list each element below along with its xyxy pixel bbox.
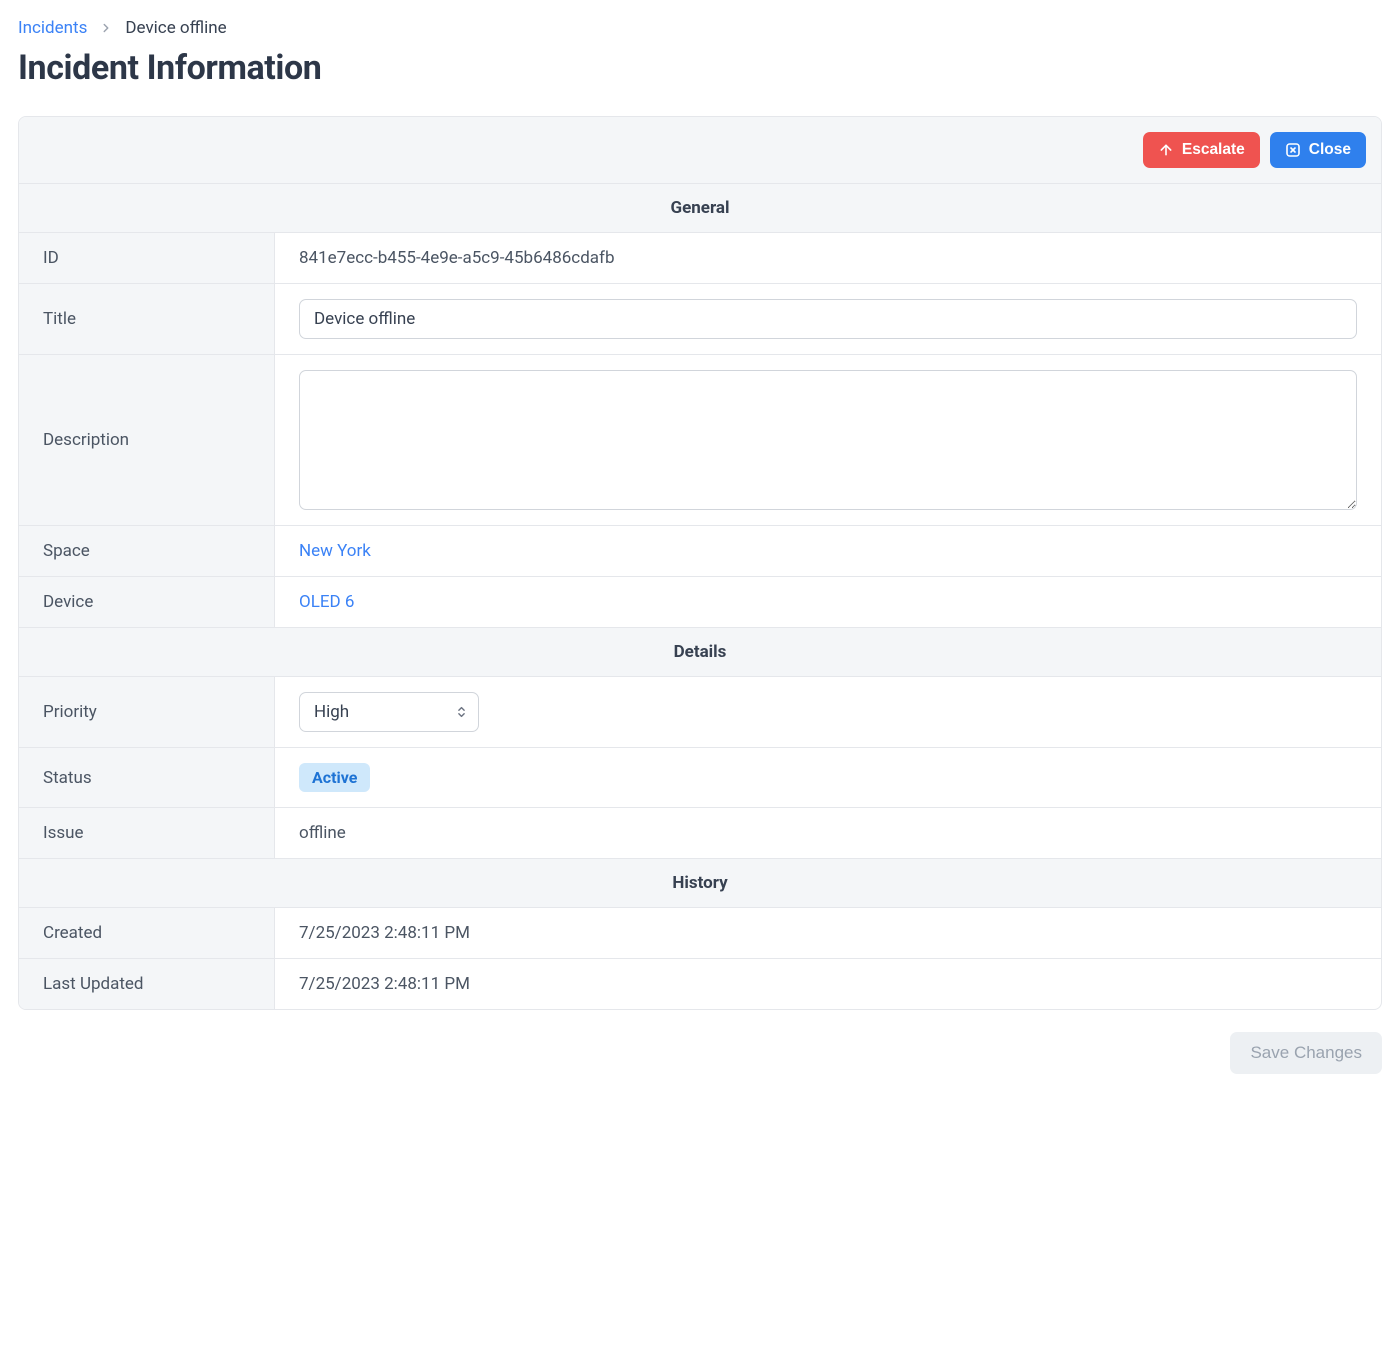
row-id: ID 841e7ecc-b455-4e9e-a5c9-45b6486cdafb <box>19 233 1381 284</box>
label-id: ID <box>19 233 275 283</box>
row-issue: Issue offline <box>19 808 1381 858</box>
row-created: Created 7/25/2023 2:48:11 PM <box>19 908 1381 959</box>
label-description: Description <box>19 355 275 525</box>
section-header-history: History <box>19 858 1381 908</box>
label-updated: Last Updated <box>19 959 275 1009</box>
section-header-general: General <box>19 184 1381 233</box>
row-updated: Last Updated 7/25/2023 2:48:11 PM <box>19 959 1381 1009</box>
escalate-button-label: Escalate <box>1182 141 1245 159</box>
row-space: Space New York <box>19 526 1381 577</box>
breadcrumb-root-link[interactable]: Incidents <box>18 18 87 38</box>
priority-select[interactable]: High <box>299 692 479 732</box>
label-issue: Issue <box>19 808 275 858</box>
row-status: Status Active <box>19 748 1381 808</box>
close-button[interactable]: Close <box>1270 132 1366 168</box>
status-badge: Active <box>299 763 370 792</box>
arrow-up-icon <box>1158 142 1174 158</box>
section-header-details: Details <box>19 627 1381 677</box>
incident-card: Escalate Close General ID 841e7ecc-b455-… <box>18 116 1382 1010</box>
card-toolbar: Escalate Close <box>19 117 1381 184</box>
row-priority: Priority High <box>19 677 1381 748</box>
value-issue: offline <box>275 808 1381 858</box>
breadcrumb: Incidents Device offline <box>18 18 1382 38</box>
value-created: 7/25/2023 2:48:11 PM <box>275 908 1381 958</box>
footer: Save Changes <box>18 1032 1382 1074</box>
title-input[interactable] <box>299 299 1357 339</box>
label-title: Title <box>19 284 275 354</box>
row-title: Title <box>19 284 1381 355</box>
close-button-label: Close <box>1309 141 1351 159</box>
label-status: Status <box>19 748 275 807</box>
value-id: 841e7ecc-b455-4e9e-a5c9-45b6486cdafb <box>275 233 1381 283</box>
label-device: Device <box>19 577 275 627</box>
escalate-button[interactable]: Escalate <box>1143 132 1260 168</box>
page-title: Incident Information <box>18 48 1382 88</box>
label-created: Created <box>19 908 275 958</box>
close-square-icon <box>1285 142 1301 158</box>
save-changes-button[interactable]: Save Changes <box>1230 1032 1382 1074</box>
space-link[interactable]: New York <box>299 541 371 561</box>
chevron-right-icon <box>99 21 113 35</box>
device-link[interactable]: OLED 6 <box>299 592 354 612</box>
breadcrumb-current: Device offline <box>125 18 226 38</box>
value-updated: 7/25/2023 2:48:11 PM <box>275 959 1381 1009</box>
row-device: Device OLED 6 <box>19 577 1381 627</box>
row-description: Description <box>19 355 1381 526</box>
description-textarea[interactable] <box>299 370 1357 510</box>
label-space: Space <box>19 526 275 576</box>
label-priority: Priority <box>19 677 275 747</box>
